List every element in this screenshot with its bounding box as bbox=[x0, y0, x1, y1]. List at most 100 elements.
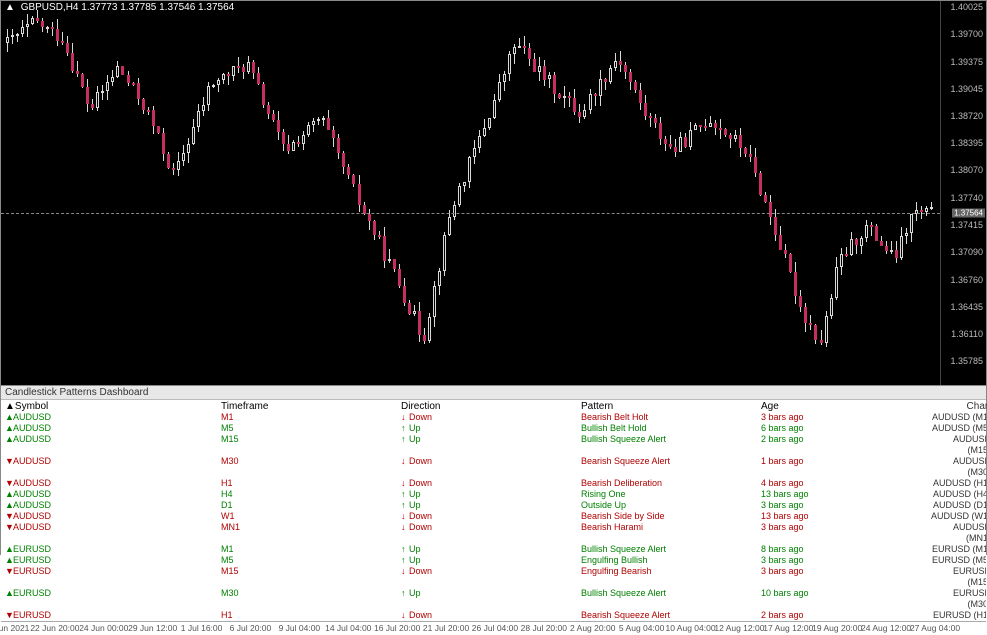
table-row[interactable]: ▲AUDUSDM1↓DownBearish Belt Holt3 bars ag… bbox=[1, 412, 986, 423]
cell-chart-link[interactable]: EURUSD (M1) bbox=[931, 544, 986, 555]
cell-chart-link[interactable]: AUDUSD (W1) bbox=[931, 511, 986, 522]
cell-age: 3 bars ago bbox=[761, 500, 931, 511]
cell-age: 10 bars ago bbox=[761, 588, 931, 610]
app-window: ▲ GBPUSD,H4 1.37773 1.37785 1.37546 1.37… bbox=[0, 0, 987, 555]
cell-age: 2 bars ago bbox=[761, 610, 931, 621]
direction-arrow-icon: ↓ bbox=[401, 511, 409, 522]
cell-timeframe: M1 bbox=[221, 544, 401, 555]
sort-icon[interactable]: ▲ bbox=[5, 401, 15, 412]
title-symbol: GBPUSD bbox=[21, 2, 63, 13]
cell-direction: Up bbox=[409, 434, 421, 444]
cell-pattern: Engulfing Bearish bbox=[581, 566, 761, 588]
cell-chart-link[interactable]: EURUSD (M15) bbox=[931, 566, 986, 588]
col-symbol[interactable]: Symbol bbox=[15, 401, 48, 412]
x-tick: 2 Aug 20:00 bbox=[570, 623, 615, 633]
cell-timeframe: M15 bbox=[221, 434, 401, 456]
cell-pattern: Bearish Side by Side bbox=[581, 511, 761, 522]
cell-age: 4 bars ago bbox=[761, 478, 931, 489]
y-tick: 1.40025 bbox=[950, 2, 983, 12]
row-dir-icon: ▲ bbox=[5, 434, 13, 445]
table-row[interactable]: ▲EURUSDM1↑UpBullish Squeeze Alert8 bars … bbox=[1, 544, 986, 555]
cell-direction: Up bbox=[409, 544, 421, 554]
chart-title: ▲ GBPUSD,H4 1.37773 1.37785 1.37546 1.37… bbox=[5, 2, 234, 13]
candlesticks bbox=[6, 11, 935, 375]
col-direction[interactable]: Direction bbox=[401, 401, 581, 412]
direction-arrow-icon: ↓ bbox=[401, 412, 409, 423]
cell-chart-link[interactable]: AUDUSD (M30) bbox=[931, 456, 986, 478]
cell-chart-link[interactable]: AUDUSD (H1) bbox=[931, 478, 986, 489]
x-tick: 27 Aug 04:00 bbox=[910, 623, 960, 633]
title-arrow-icon: ▲ bbox=[5, 2, 15, 13]
cell-pattern: Engulfing Bullish bbox=[581, 555, 761, 566]
x-tick: 5 Aug 04:00 bbox=[619, 623, 664, 633]
dashboard-title: Candlestick Patterns Dashboard bbox=[1, 386, 986, 400]
x-tick: 28 Jul 20:00 bbox=[521, 623, 567, 633]
direction-arrow-icon: ↑ bbox=[401, 434, 409, 445]
x-tick: 12 Aug 12:00 bbox=[714, 623, 764, 633]
cell-chart-link[interactable]: AUDUSD (H4) bbox=[931, 489, 986, 500]
col-age[interactable]: Age bbox=[761, 401, 931, 412]
cell-chart-link[interactable]: AUDUSD (M15) bbox=[931, 434, 986, 456]
current-price-line bbox=[1, 213, 940, 214]
row-dir-icon: ▼ bbox=[5, 478, 13, 489]
cell-chart-link[interactable]: AUDUSD (MN1) bbox=[931, 522, 986, 544]
cell-age: 13 bars ago bbox=[761, 489, 931, 500]
cell-pattern: Bearish Harami bbox=[581, 522, 761, 544]
row-dir-icon: ▼ bbox=[5, 522, 13, 533]
cell-chart-link[interactable]: AUDUSD (D1) bbox=[931, 500, 986, 511]
direction-arrow-icon: ↑ bbox=[401, 555, 409, 566]
chart-area[interactable]: ▲ GBPUSD,H4 1.37773 1.37785 1.37546 1.37… bbox=[1, 1, 986, 385]
dashboard-body: ▲AUDUSDM1↓DownBearish Belt Holt3 bars ag… bbox=[1, 412, 986, 621]
cell-direction: Down bbox=[409, 511, 432, 521]
col-chart[interactable]: Chart bbox=[931, 401, 987, 412]
y-tick: 1.38395 bbox=[950, 138, 983, 148]
x-tick: 17 Jun 2021 bbox=[0, 623, 29, 633]
table-row[interactable]: ▼AUDUSDM30↓DownBearish Squeeze Alert1 ba… bbox=[1, 456, 986, 478]
y-tick: 1.37415 bbox=[950, 220, 983, 230]
cell-direction: Down bbox=[409, 412, 432, 422]
cell-direction: Down bbox=[409, 478, 432, 488]
table-row[interactable]: ▲AUDUSDD1↑UpOutside Up3 bars agoAUDUSD (… bbox=[1, 500, 986, 511]
table-row[interactable]: ▲AUDUSDM15↑UpBullish Squeeze Alert2 bars… bbox=[1, 434, 986, 456]
x-tick: 16 Jul 20:00 bbox=[374, 623, 420, 633]
table-row[interactable]: ▲AUDUSDM5↑UpBullish Belt Hold6 bars agoA… bbox=[1, 423, 986, 434]
cell-pattern: Bearish Deliberation bbox=[581, 478, 761, 489]
y-tick: 1.35785 bbox=[950, 356, 983, 366]
cell-timeframe: M30 bbox=[221, 456, 401, 478]
cell-symbol: AUDUSD bbox=[13, 423, 51, 433]
cell-direction: Up bbox=[409, 555, 421, 565]
cell-pattern: Bullish Squeeze Alert bbox=[581, 544, 761, 555]
row-dir-icon: ▼ bbox=[5, 566, 13, 577]
cell-symbol: AUDUSD bbox=[13, 434, 51, 444]
cell-symbol: AUDUSD bbox=[13, 500, 51, 510]
table-row[interactable]: ▲AUDUSDH4↑UpRising One13 bars agoAUDUSD … bbox=[1, 489, 986, 500]
direction-arrow-icon: ↓ bbox=[401, 522, 409, 533]
cell-age: 8 bars ago bbox=[761, 544, 931, 555]
table-row[interactable]: ▼EURUSDM15↓DownEngulfing Bearish3 bars a… bbox=[1, 566, 986, 588]
cell-chart-link[interactable]: EURUSD (M5) bbox=[931, 555, 986, 566]
cell-direction: Up bbox=[409, 588, 421, 598]
chart-plot bbox=[1, 1, 940, 385]
table-row[interactable]: ▼AUDUSDMN1↓DownBearish Harami3 bars agoA… bbox=[1, 522, 986, 544]
cell-chart-link[interactable]: EURUSD (M30) bbox=[931, 588, 986, 610]
cell-timeframe: M1 bbox=[221, 412, 401, 423]
col-pattern[interactable]: Pattern bbox=[581, 401, 761, 412]
col-timeframe[interactable]: Timeframe bbox=[221, 401, 401, 412]
direction-arrow-icon: ↓ bbox=[401, 566, 409, 577]
y-tick: 1.39045 bbox=[950, 84, 983, 94]
cell-chart-link[interactable]: AUDUSD (M1) bbox=[931, 412, 986, 423]
cell-age: 2 bars ago bbox=[761, 434, 931, 456]
cell-direction: Down bbox=[409, 522, 432, 532]
row-dir-icon: ▲ bbox=[5, 500, 13, 511]
table-row[interactable]: ▼EURUSDH1↓DownBearish Squeeze Alert2 bar… bbox=[1, 610, 986, 621]
table-row[interactable]: ▼AUDUSDH1↓DownBearish Deliberation4 bars… bbox=[1, 478, 986, 489]
table-row[interactable]: ▼AUDUSDW1↓DownBearish Side by Side13 bar… bbox=[1, 511, 986, 522]
cell-chart-link[interactable]: EURUSD (H1) bbox=[931, 610, 986, 621]
direction-arrow-icon: ↑ bbox=[401, 500, 409, 511]
title-quotes: 1.37773 1.37785 1.37546 1.37564 bbox=[81, 2, 234, 13]
table-row[interactable]: ▲EURUSDM5↑UpEngulfing Bullish3 bars agoE… bbox=[1, 555, 986, 566]
table-row[interactable]: ▲EURUSDM30↑UpBullish Squeeze Alert10 bar… bbox=[1, 588, 986, 610]
cell-chart-link[interactable]: AUDUSD (M5) bbox=[931, 423, 986, 434]
y-tick: 1.36435 bbox=[950, 302, 983, 312]
y-tick: 1.36110 bbox=[951, 329, 983, 339]
